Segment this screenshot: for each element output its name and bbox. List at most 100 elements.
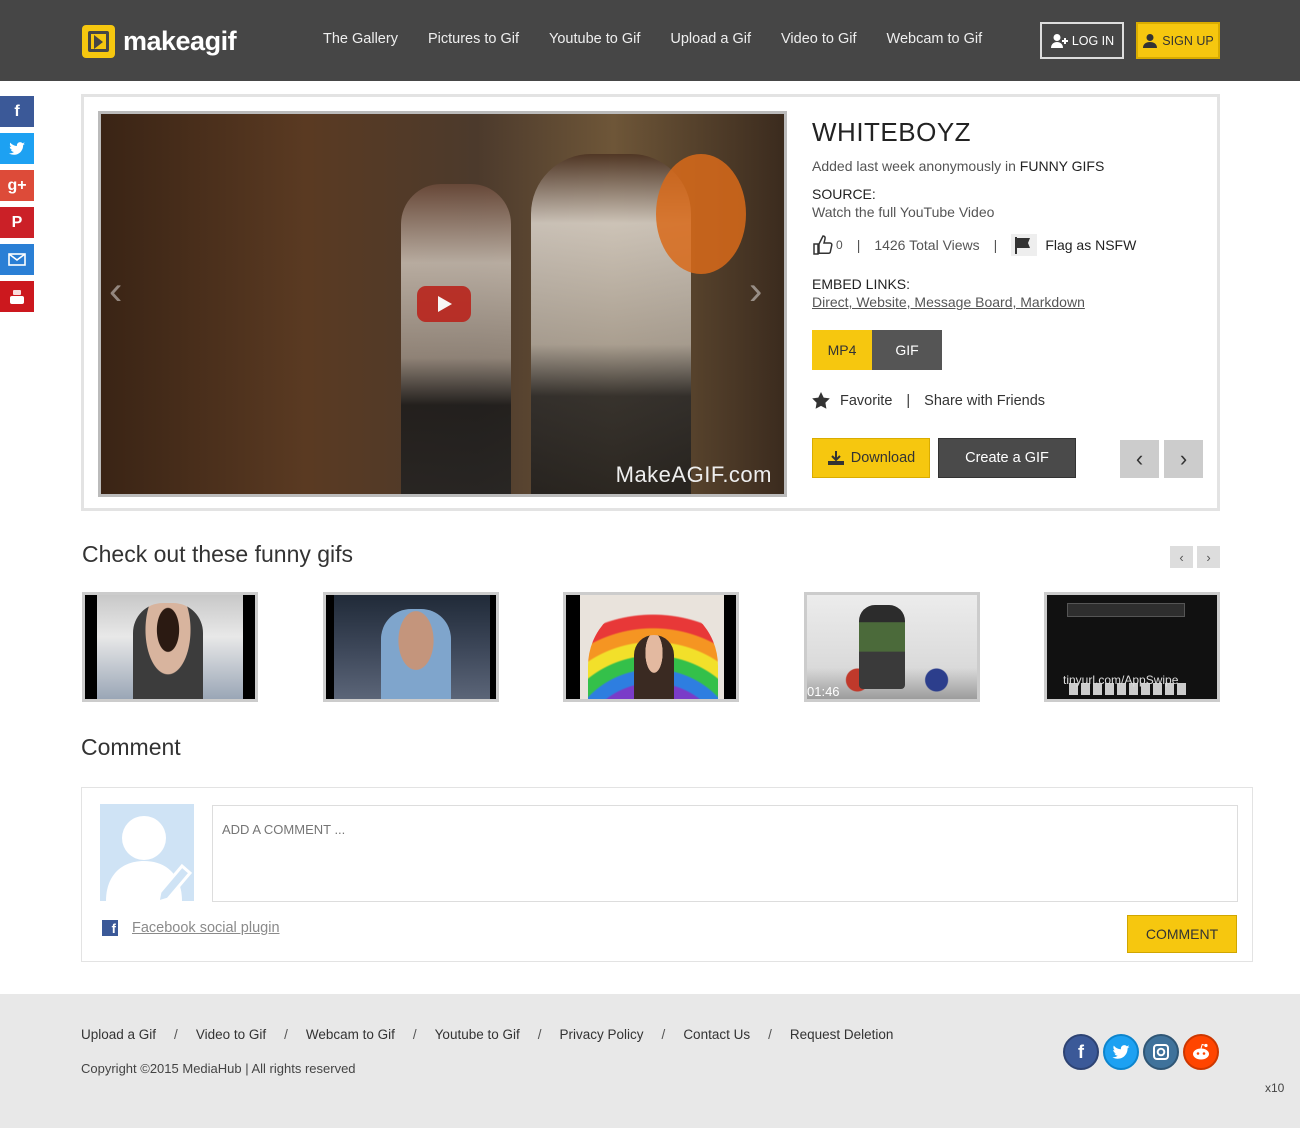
add-user-icon [1050, 33, 1068, 48]
like-count: 0 [836, 238, 843, 252]
twitter-icon[interactable] [0, 133, 34, 164]
thumb-caption: tinyurl.com/AppSwipe [1063, 673, 1179, 687]
separator: | [993, 237, 998, 253]
category-link[interactable]: FUNNY GIFS [1020, 158, 1105, 174]
source-heading: SOURCE: [812, 186, 876, 202]
login-button[interactable]: LOG IN [1040, 22, 1124, 59]
nav-webcam-to-gif[interactable]: Webcam to Gif [887, 31, 983, 47]
thumb-person [634, 635, 674, 699]
login-label: LOG IN [1071, 33, 1115, 48]
format-toggle: MP4 GIF [812, 330, 1212, 370]
nav-pictures-to-gif[interactable]: Pictures to Gif [428, 31, 519, 47]
gif-card: ‹ › MakeAGIF.com WHITEBOYZ Added last we… [81, 94, 1220, 511]
user-silhouette-icon [106, 816, 193, 901]
thumbs-up-icon[interactable] [812, 234, 834, 256]
footer-contact-us[interactable]: Contact Us [683, 1027, 750, 1042]
gif-title: WHITEBOYZ [812, 117, 972, 147]
video-hair-blur [656, 154, 746, 274]
chevron-right-icon: › [1179, 446, 1188, 471]
next-gif-button[interactable]: › [1164, 440, 1203, 478]
social-share-sidebar: f g+ P [0, 96, 34, 318]
footer-youtube-to-gif[interactable]: Youtube to Gif [435, 1027, 520, 1042]
related-gif-3[interactable] [563, 592, 739, 702]
favorite-link[interactable]: Favorite [840, 393, 892, 409]
site-logo[interactable]: makeagif [82, 24, 237, 58]
comment-submit-button[interactable]: COMMENT [1127, 915, 1237, 953]
separator: | [856, 237, 861, 253]
avatar [100, 804, 194, 901]
separator: / [537, 1027, 542, 1042]
thumb-image [1067, 603, 1185, 617]
prev-gif-button[interactable]: ‹ [1120, 440, 1159, 478]
related-heading: Check out these funny gifs [82, 541, 354, 567]
facebook-icon[interactable]: f [0, 96, 34, 127]
related-gif-4[interactable]: 01:46 [804, 592, 980, 702]
site-header: makeagif The Gallery Pictures to Gif You… [0, 0, 1300, 81]
star-icon[interactable] [812, 392, 830, 409]
signup-label: SIGN UP [1162, 33, 1214, 48]
footer-webcam-to-gif[interactable]: Webcam to Gif [306, 1027, 395, 1042]
related-gif-2[interactable] [323, 592, 499, 702]
nav-youtube-to-gif[interactable]: Youtube to Gif [549, 31, 640, 47]
separator: / [174, 1027, 178, 1042]
pinterest-icon[interactable]: P [0, 207, 34, 238]
reddit-icon[interactable] [1183, 1034, 1219, 1070]
copyright: Copyright ©2015 MediaHub | All rights re… [81, 1061, 356, 1076]
chevron-right-icon[interactable]: › [749, 269, 762, 314]
related-gif-5[interactable]: tinyurl.com/AppSwipe [1044, 592, 1220, 702]
thumb-person [133, 603, 203, 699]
favorite-share-row: Favorite | Share with Friends [812, 392, 1212, 409]
footer-upload-gif[interactable]: Upload a Gif [81, 1027, 156, 1042]
download-label: Download [850, 450, 916, 466]
comment-input[interactable] [212, 805, 1238, 902]
video-person-left [401, 184, 511, 494]
main-nav: The Gallery Pictures to Gif Youtube to G… [323, 31, 1012, 47]
total-views: 1426 Total Views [874, 237, 980, 253]
nav-video-to-gif[interactable]: Video to Gif [781, 31, 857, 47]
youtube-icon[interactable] [0, 281, 34, 312]
create-gif-button[interactable]: Create a GIF [938, 438, 1076, 478]
signup-button[interactable]: SIGN UP [1136, 22, 1220, 59]
format-mp4-button[interactable]: MP4 [812, 330, 872, 370]
footer-social: f [1063, 1034, 1223, 1070]
added-info: Added last week anonymously in FUNNY GIF… [812, 158, 1212, 174]
scale-badge: x10 [1265, 1081, 1285, 1095]
share-link[interactable]: Share with Friends [924, 393, 1045, 409]
facebook-plugin-link[interactable]: Facebook social plugin [132, 920, 280, 936]
gif-player[interactable]: ‹ › MakeAGIF.com [98, 111, 787, 497]
video-watermark: MakeAGIF.com [615, 462, 772, 487]
nav-gallery[interactable]: The Gallery [323, 31, 398, 47]
logo-play-icon [82, 24, 115, 58]
facebook-icon[interactable]: f [1063, 1034, 1099, 1070]
related-prev-button[interactable]: ‹ [1170, 546, 1193, 568]
format-gif-button[interactable]: GIF [872, 330, 942, 370]
gif-actions: Download Create a GIF [812, 438, 1076, 478]
related-gif-1[interactable] [82, 592, 258, 702]
chevron-right-icon: › [1206, 549, 1211, 565]
chevron-left-icon[interactable]: ‹ [109, 269, 122, 314]
source-link[interactable]: Watch the full YouTube Video [812, 204, 1212, 220]
flag-icon[interactable] [1011, 234, 1038, 256]
footer-privacy-policy[interactable]: Privacy Policy [560, 1027, 644, 1042]
thumb-person [859, 605, 905, 689]
download-button[interactable]: Download [812, 438, 930, 478]
gif-info: WHITEBOYZ Added last week anonymously in… [812, 117, 1212, 409]
flag-nsfw[interactable]: Flag as NSFW [1045, 237, 1136, 253]
related-next-button[interactable]: › [1197, 546, 1220, 568]
user-icon [1143, 33, 1158, 48]
play-icon[interactable] [417, 286, 471, 322]
logo-text: makeagif [123, 25, 237, 56]
embed-heading: EMBED LINKS: [812, 276, 911, 292]
email-icon[interactable] [0, 244, 34, 275]
separator: | [906, 392, 911, 409]
nav-upload-gif[interactable]: Upload a Gif [670, 31, 751, 47]
site-footer: Upload a Gif / Video to Gif / Webcam to Gi… [0, 994, 1300, 1128]
chevron-left-icon: ‹ [1135, 446, 1144, 471]
instagram-icon[interactable] [1143, 1034, 1179, 1070]
google-plus-icon[interactable]: g+ [0, 170, 34, 201]
embed-links[interactable]: Direct, Website, Message Board, Markdown [812, 294, 1212, 310]
twitter-icon[interactable] [1103, 1034, 1139, 1070]
footer-request-deletion[interactable]: Request Deletion [790, 1027, 894, 1042]
footer-video-to-gif[interactable]: Video to Gif [196, 1027, 266, 1042]
facebook-plugin: f Facebook social plugin [102, 920, 280, 936]
